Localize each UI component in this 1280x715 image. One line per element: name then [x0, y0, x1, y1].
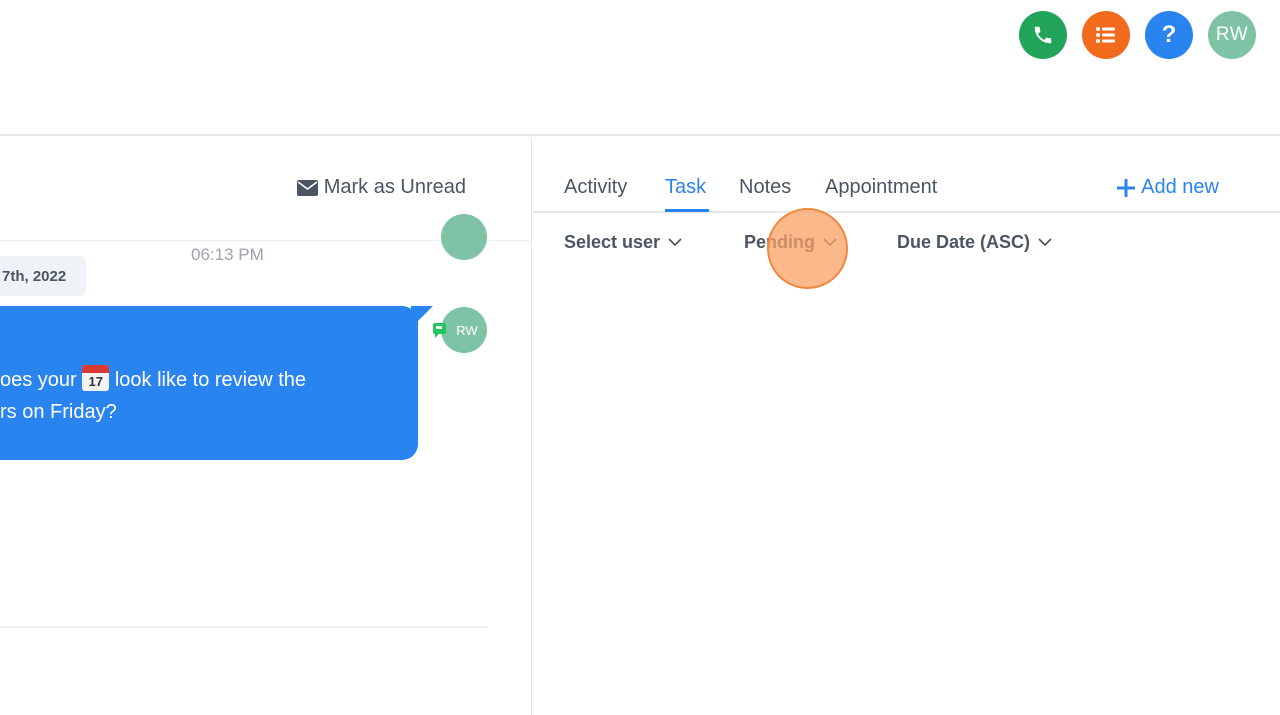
sort-dropdown[interactable]: Due Date (ASC) — [897, 232, 1052, 253]
phone-icon — [1034, 26, 1052, 44]
select-user-dropdown[interactable]: Select user — [564, 232, 682, 253]
plus-icon — [1117, 178, 1136, 197]
chevron-down-icon — [823, 238, 837, 247]
sms-channel-icon — [433, 323, 446, 338]
top-header: ? RW — [0, 0, 1280, 136]
mark-as-unread-label: Mark as Unread — [323, 176, 466, 198]
tab-task[interactable]: Task — [665, 176, 706, 199]
compose-divider — [0, 626, 488, 628]
tasks-list-button[interactable] — [1082, 11, 1130, 59]
message-bubble: oes your 17 look like to review the rs o… — [0, 306, 418, 460]
help-button[interactable]: ? — [1145, 11, 1193, 59]
status-filter-label: Pending — [744, 232, 815, 252]
help-icon: ? — [1161, 21, 1177, 48]
phone-button[interactable] — [1019, 11, 1067, 59]
details-panel: Activity Task Notes Appointment Add new … — [533, 138, 1280, 715]
status-filter-dropdown[interactable]: Pending — [744, 232, 837, 253]
select-user-label: Select user — [564, 232, 661, 252]
add-new-label: Add new — [1141, 176, 1219, 198]
sender-avatar: RW — [441, 307, 487, 353]
mark-as-unread-button[interactable]: Mark as Unread — [296, 176, 466, 199]
panel-tabs: Activity Task Notes Appointment Add new — [533, 138, 1280, 213]
message-text-part: rs on Friday? — [0, 401, 117, 423]
tab-notes[interactable]: Notes — [739, 176, 791, 199]
chevron-down-icon — [1038, 238, 1052, 247]
conversation-panel: Mark as Unread 06:13 PM 7th, 2022 oes yo… — [0, 138, 532, 715]
date-separator: 7th, 2022 — [0, 256, 86, 296]
sort-label: Due Date (ASC) — [897, 232, 1031, 252]
user-avatar[interactable]: RW — [1208, 11, 1256, 59]
envelope-icon — [296, 179, 318, 196]
message-text-part: look like to review the — [109, 369, 307, 391]
message-bubble-tail — [411, 306, 433, 328]
active-tab-indicator — [665, 209, 709, 212]
calendar-emoji-icon: 17 — [82, 365, 110, 391]
message-text-part: oes your — [0, 369, 83, 391]
message-avatar-previous — [441, 214, 487, 260]
message-time: 06:13 PM — [191, 245, 264, 264]
add-new-button[interactable]: Add new — [1117, 176, 1219, 199]
list-icon — [1096, 27, 1115, 43]
chevron-down-icon — [668, 238, 682, 247]
tab-appointment[interactable]: Appointment — [825, 176, 937, 199]
header-actions: ? RW — [1019, 11, 1256, 59]
tab-activity[interactable]: Activity — [564, 176, 627, 199]
message-text: oes your 17 look like to review the rs o… — [0, 364, 400, 428]
